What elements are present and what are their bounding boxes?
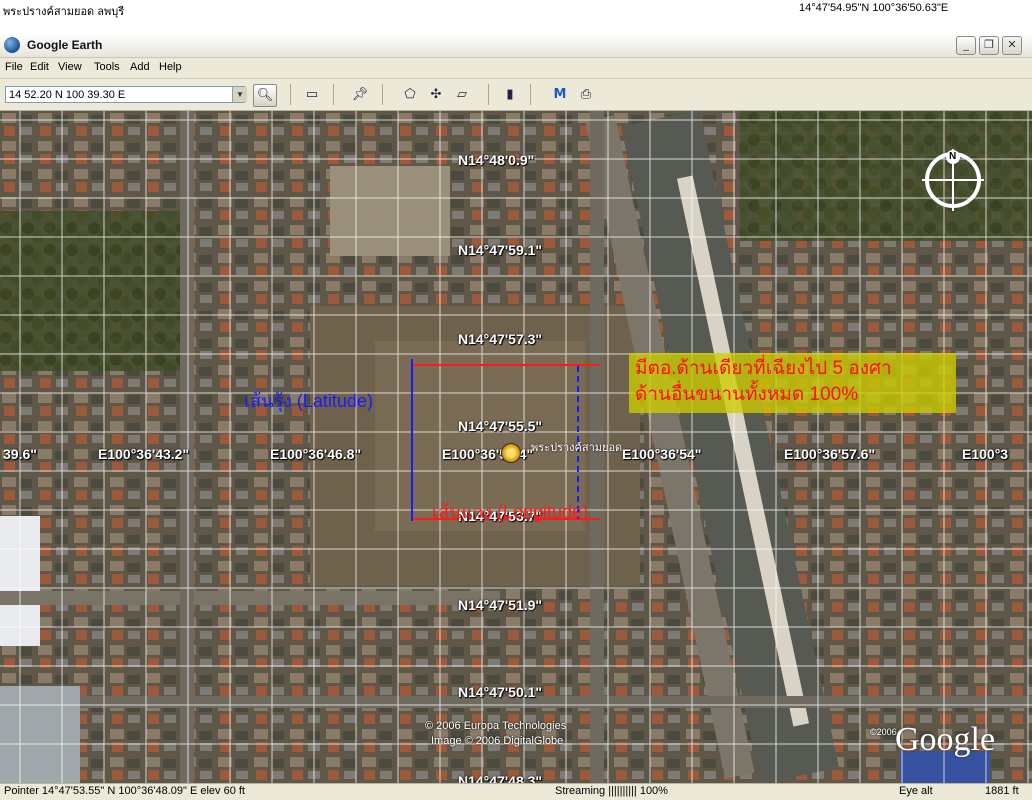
caption-place-name: พระปรางค์สามยอด ลพบุรี bbox=[3, 6, 125, 18]
callout-line-2: ด้านอื่นขนานทั้งหมด 100% bbox=[635, 384, 859, 405]
copyright-europa: © 2006 Europa Technologies bbox=[425, 720, 567, 732]
lat-label: N14°47'51.9" bbox=[458, 597, 543, 613]
menu-tools[interactable]: Tools bbox=[94, 61, 120, 73]
lat-label: N14°47'50.1" bbox=[458, 684, 543, 700]
menu-file[interactable]: File bbox=[5, 61, 23, 73]
menu-add[interactable]: Add bbox=[130, 61, 150, 73]
menu-view[interactable]: View bbox=[58, 61, 82, 73]
eye-alt-value: 1881 ft bbox=[985, 785, 1019, 797]
eye-alt-label: Eye alt bbox=[899, 785, 933, 797]
add-path-icon[interactable]: ✣ bbox=[426, 85, 446, 104]
pointer-readout: Pointer 14°47'53.55" N 100°36'48.09" E e… bbox=[4, 785, 245, 797]
search-button[interactable]: 🔍︎ bbox=[253, 84, 277, 107]
google-logo: Google bbox=[895, 721, 996, 758]
toolbar: 14 52.20 N 100 39.30 E ▼ 🔍︎ ▭ 📌︎ ⬠ ✣ ▱ ▮… bbox=[0, 79, 1032, 111]
search-icon: 🔍︎ bbox=[256, 87, 274, 102]
image-caption: พระปรางค์สามยอด ลพบุรี 14°47'54.95"N 100… bbox=[0, 0, 1032, 34]
placemark-label[interactable]: พระปรางค์สามยอด bbox=[531, 438, 622, 456]
menu-bar: File Edit View Tools Add Help bbox=[0, 58, 1032, 79]
lon-label: 39.6" bbox=[3, 446, 37, 462]
caption-coordinates: 14°47'54.95"N 100°36'50.63"E bbox=[799, 2, 949, 14]
close-button[interactable]: ✕ bbox=[1002, 36, 1022, 55]
restore-button[interactable]: ❐ bbox=[979, 36, 999, 55]
lat-label: N14°47'57.3" bbox=[458, 331, 543, 347]
add-image-overlay-icon[interactable]: ▱ bbox=[452, 85, 472, 104]
lon-label: E100°36'46.8" bbox=[270, 446, 362, 462]
toolbar-separator bbox=[290, 84, 291, 105]
copyright-digitalglobe: Image © 2006 DigitalGlobe bbox=[431, 735, 564, 747]
status-bar: Pointer 14°47'53.55" N 100°36'48.09" E e… bbox=[0, 783, 1032, 800]
add-placemark-icon[interactable]: 📌︎ bbox=[350, 85, 370, 104]
map-view[interactable]: N14°48'0.9" N14°47'59.1" N14°47'57.3" N1… bbox=[0, 111, 1032, 783]
ruler-icon[interactable]: ▮ bbox=[500, 85, 520, 104]
menu-edit[interactable]: Edit bbox=[30, 61, 49, 73]
toolbar-separator bbox=[382, 84, 383, 105]
lon-label: E100°3 bbox=[962, 446, 1009, 462]
placemark-pin-icon[interactable] bbox=[501, 443, 521, 463]
sidebar-toggle-icon[interactable]: ▭ bbox=[302, 85, 322, 104]
compass-control[interactable]: N bbox=[922, 149, 984, 211]
menu-help[interactable]: Help bbox=[159, 61, 182, 73]
minimize-button[interactable]: _ bbox=[956, 36, 976, 55]
lon-label: E100°36'43.2" bbox=[98, 446, 190, 462]
compass-north-label: N bbox=[949, 151, 957, 162]
print-icon[interactable]: ⎙ bbox=[576, 85, 596, 104]
note-callout: มีตอ.ด้านเดียวที่เฉียงไป 5 องศา ด้านอื่น… bbox=[629, 353, 956, 413]
email-icon[interactable]: M bbox=[550, 85, 570, 104]
streaming-indicator: Streaming |||||||||| 100% bbox=[555, 785, 668, 797]
window-title: Google Earth bbox=[27, 38, 103, 52]
callout-line-1: มีตอ.ด้านเดียวที่เฉียงไป 5 องศา bbox=[635, 358, 892, 379]
search-history-dropdown-icon[interactable]: ▼ bbox=[232, 87, 247, 102]
toolbar-separator bbox=[488, 84, 489, 105]
add-polygon-icon[interactable]: ⬠ bbox=[400, 85, 420, 104]
lon-label: E100°36'57.6" bbox=[784, 446, 876, 462]
copyright-year: ©2006 bbox=[870, 727, 897, 737]
longitude-annotation: เส้นแวง (Longitude) bbox=[432, 502, 589, 522]
search-input[interactable]: 14 52.20 N 100 39.30 E bbox=[5, 86, 245, 103]
window-titlebar: Google Earth _ ❐ ✕ bbox=[0, 34, 1032, 58]
lon-label: E100°36'54" bbox=[622, 446, 702, 462]
latitude-annotation: เส้นรุ้ง (Latitude) bbox=[244, 391, 373, 411]
google-earth-logo-icon bbox=[4, 37, 20, 53]
lat-label: N14°48'0.9" bbox=[458, 152, 535, 168]
toolbar-separator bbox=[530, 84, 531, 105]
lat-label: N14°47'48.3" bbox=[458, 773, 543, 783]
lat-label: N14°47'55.5" bbox=[458, 418, 543, 434]
lat-label: N14°47'59.1" bbox=[458, 242, 543, 258]
toolbar-separator bbox=[333, 84, 334, 105]
